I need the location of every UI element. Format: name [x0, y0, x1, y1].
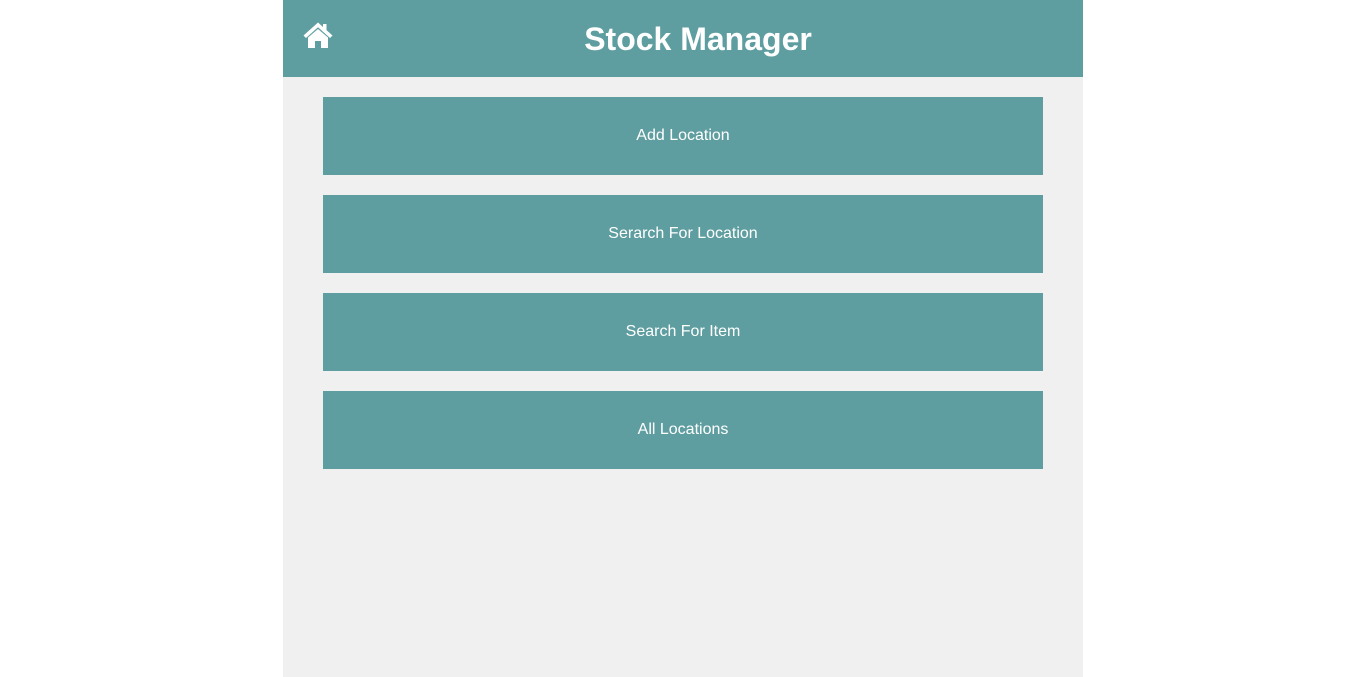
- main-menu: Add Location Serarch For Location Search…: [283, 77, 1083, 469]
- add-location-button[interactable]: Add Location: [323, 97, 1043, 175]
- page-title: Stock Manager: [584, 21, 812, 57]
- search-item-button[interactable]: Search For Item: [323, 293, 1043, 371]
- home-button[interactable]: [302, 21, 334, 51]
- app-container: Stock Manager Add Location Serarch For L…: [283, 0, 1083, 677]
- all-locations-button[interactable]: All Locations: [323, 391, 1043, 469]
- search-location-button[interactable]: Serarch For Location: [323, 195, 1043, 273]
- app-header: Stock Manager: [283, 0, 1083, 77]
- home-icon: [303, 22, 333, 48]
